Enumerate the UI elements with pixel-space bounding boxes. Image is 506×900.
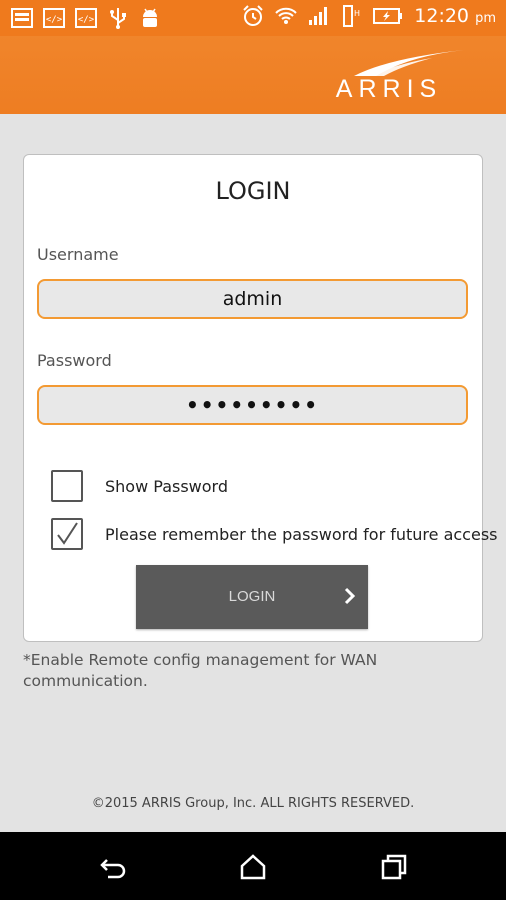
copyright: ©2015 ARRIS Group, Inc. ALL RIGHTS RESER… [91,796,415,811]
code-icon: </> [43,8,65,28]
wifi-icon [275,7,297,24]
remember-password-label: Please remember the password for future … [105,524,498,544]
android-icon [143,8,157,27]
logo-text: ARRIS [335,75,443,103]
password-field[interactable]: ••••••••• [37,385,468,425]
swoosh-icon [354,50,464,76]
username-label: Username [37,245,119,264]
clock: 12:20 pm [414,5,496,27]
home-icon[interactable] [238,852,268,882]
status-bar: </> </> H 12:20 pm [0,0,506,36]
login-title: LOGIN [215,177,291,205]
status-notifications: </> </> [10,6,162,30]
alarm-icon [243,5,263,26]
login-button[interactable]: LOGIN [136,565,368,629]
arris-logo: ARRIS [314,48,464,104]
app-header: ARRIS [0,36,506,114]
remember-password-checkbox[interactable] [51,518,83,550]
back-icon[interactable] [98,852,128,882]
password-label: Password [37,351,112,370]
svg-text:</>: </> [78,15,95,25]
navigation-bar [0,832,506,900]
username-field[interactable]: admin [37,279,468,319]
svg-text:</>: </> [46,15,63,25]
signal-icon [309,7,328,25]
usb-icon [110,8,126,29]
code-icon: </> [75,8,97,28]
show-password-row[interactable]: Show Password [51,470,228,502]
wan-footnote: *Enable Remote config management for WAN… [23,651,378,690]
show-password-label: Show Password [105,476,228,496]
svg-text:H: H [354,9,360,18]
login-card: LOGIN Username admin Password ••••••••• … [23,154,498,642]
status-system-icons: H 12:20 pm [241,4,496,28]
battery-charging-icon [373,8,403,24]
show-password-checkbox[interactable] [51,470,83,502]
checkmark-icon [57,522,78,545]
login-button-label: LOGIN [228,588,276,605]
image-icon [11,8,33,28]
data-icon: H [343,5,360,27]
remember-password-row[interactable]: Please remember the password for future … [51,518,498,550]
recents-icon[interactable] [379,852,409,882]
chevron-right-icon [344,587,356,605]
